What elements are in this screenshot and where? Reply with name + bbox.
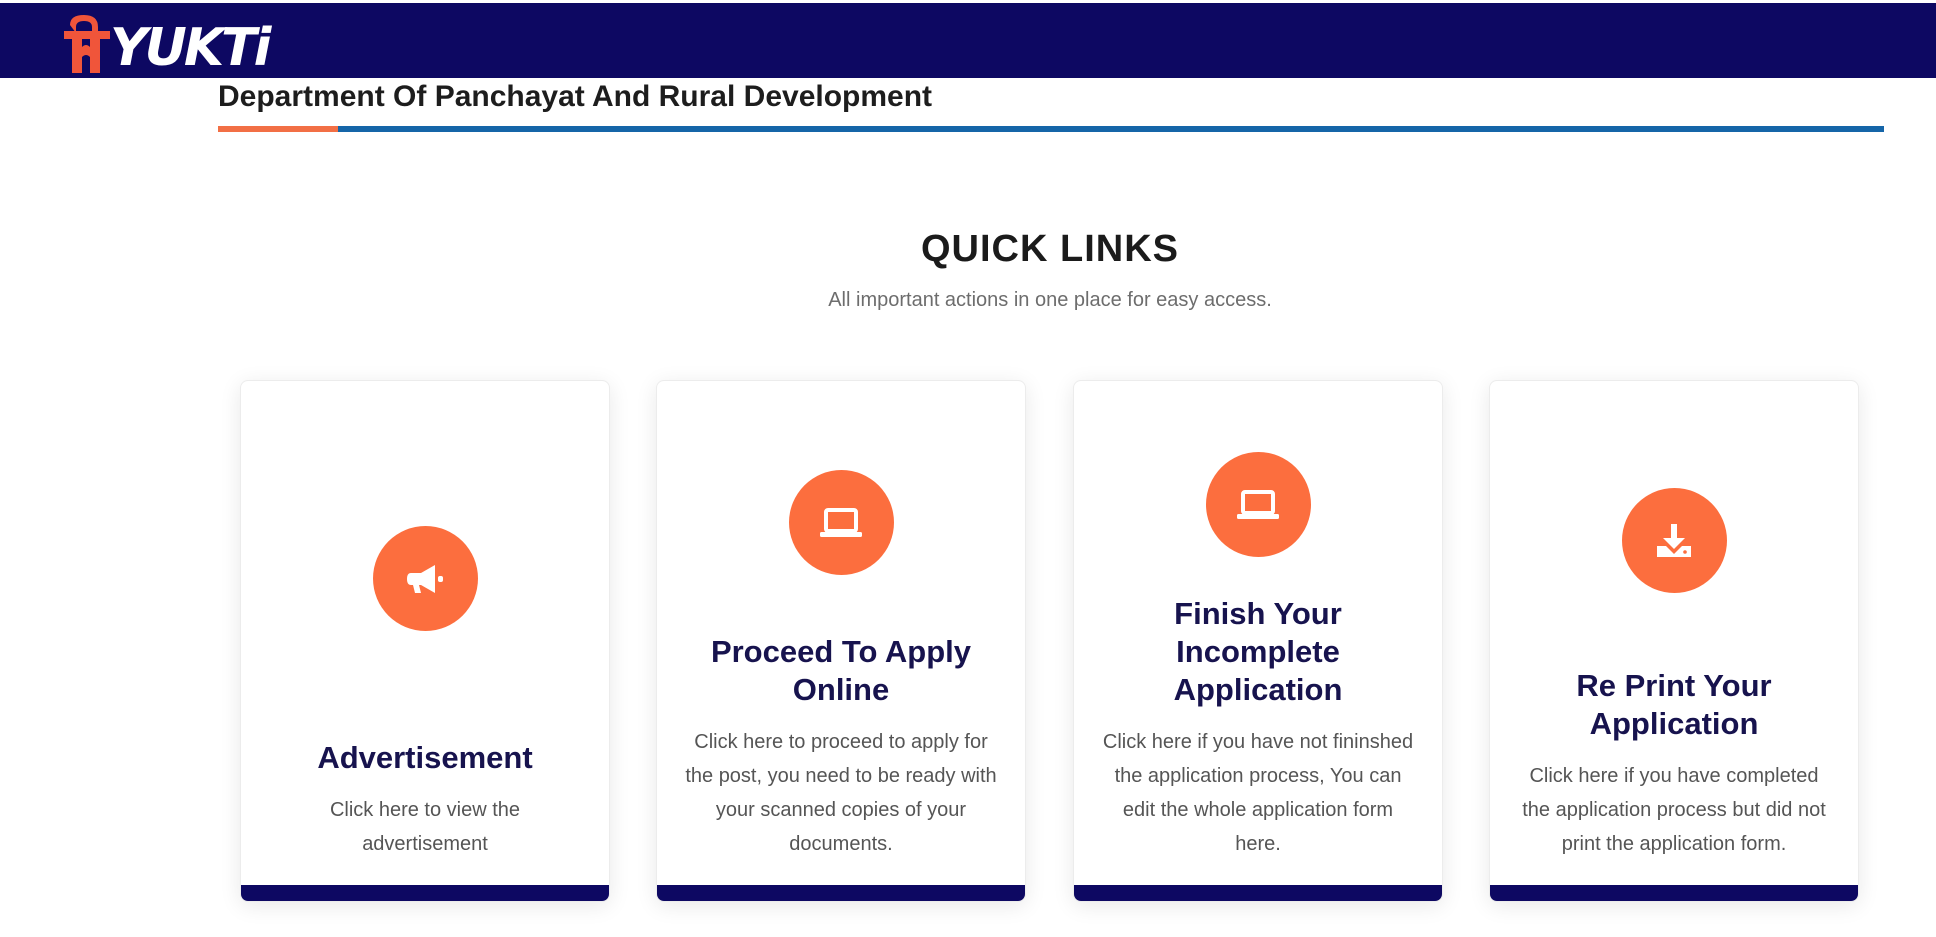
title-divider-accent bbox=[218, 126, 338, 132]
card-advertisement[interactable]: Advertisement Click here to view the adv… bbox=[240, 380, 610, 902]
logo-text: YUKTi bbox=[110, 18, 271, 78]
card-bottom-bar bbox=[1490, 885, 1858, 901]
yukti-logo[interactable]: YUKTi bbox=[62, 9, 271, 78]
card-description: Click here to proceed to apply for the p… bbox=[685, 731, 997, 855]
card-bottom-bar bbox=[241, 885, 609, 901]
card-bottom-bar bbox=[1074, 885, 1442, 901]
logo-mark-icon bbox=[64, 15, 110, 73]
quick-links-subtitle: All important actions in one place for e… bbox=[828, 289, 1272, 311]
laptop-icon bbox=[788, 470, 894, 575]
card-title: Proceed To Apply Online bbox=[710, 634, 972, 707]
card-reprint-application[interactable]: Re Print Your Application Click here if … bbox=[1489, 380, 1859, 902]
card-title: Advertisement bbox=[317, 740, 533, 775]
download-icon bbox=[1621, 488, 1727, 593]
card-bottom-bar bbox=[657, 885, 1025, 901]
card-apply-online[interactable]: Proceed To Apply Online Click here to pr… bbox=[656, 380, 1026, 902]
megaphone-icon bbox=[372, 526, 478, 631]
card-finish-application[interactable]: Finish Your Incomplete Application Click… bbox=[1073, 380, 1443, 902]
quick-links-heading: QUICK LINKS bbox=[921, 228, 1179, 270]
card-description: Click here to view the advertisement bbox=[329, 799, 521, 855]
laptop-icon bbox=[1205, 452, 1311, 557]
department-title: Department Of Panchayat And Rural Develo… bbox=[218, 80, 933, 113]
title-divider bbox=[218, 126, 1884, 132]
card-title: Re Print Your Application bbox=[1576, 668, 1772, 741]
card-description: Click here if you have completed the app… bbox=[1522, 765, 1826, 855]
card-description: Click here if you have not fininshed the… bbox=[1102, 731, 1414, 855]
card-title: Finish Your Incomplete Application bbox=[1173, 596, 1343, 707]
top-header-bar: YUKTi bbox=[0, 3, 1936, 78]
